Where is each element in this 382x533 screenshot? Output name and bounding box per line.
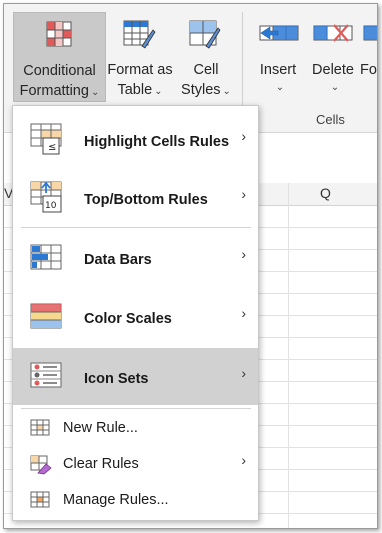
cf-label-line1: Conditional — [23, 63, 96, 79]
menu-separator — [21, 227, 251, 228]
menu-item-icon-sets[interactable]: Icon Sets › — [13, 348, 258, 405]
grid-line — [288, 183, 289, 528]
chevron-down-icon: ⌄ — [90, 87, 100, 98]
chevron-down-icon: ⌄ — [330, 82, 340, 93]
delete-label: Delete — [312, 62, 354, 78]
chevron-right-icon: › — [241, 452, 246, 468]
cell-styles-icon — [189, 20, 221, 49]
clear-rules-icon — [30, 455, 52, 475]
fat-label-line2: Table ⌄ — [104, 80, 176, 102]
manage-rules-icon — [30, 491, 50, 508]
menu-item-label: Icon Sets — [84, 371, 149, 387]
menu-item-label: Manage Rules... — [63, 492, 169, 508]
cf-label-text: Formatting — [19, 83, 89, 99]
menu-item-top-bottom-rules[interactable]: 10 Top/Bottom Rules › — [13, 168, 258, 225]
format-as-table-button[interactable]: Format as Table ⌄ — [104, 12, 176, 100]
fat-label-line1: Format as — [107, 62, 173, 78]
menu-item-label: Clear Rules — [63, 456, 139, 472]
format-as-table-icon — [123, 20, 156, 49]
new-rule-icon — [30, 419, 50, 436]
menu-separator — [21, 408, 251, 409]
menu-item-manage-rules[interactable]: Manage Rules... — [13, 483, 258, 517]
fat-label-text: Table — [117, 82, 153, 98]
chevron-right-icon: › — [241, 186, 246, 202]
conditional-formatting-menu: ≤ Highlight Cells Rules › 10 Top/Bottom … — [12, 105, 259, 521]
menu-item-color-scales[interactable]: Color Scales › — [13, 289, 258, 346]
chevron-right-icon: › — [241, 305, 246, 321]
menu-item-label: Top/Bottom Rules — [84, 192, 208, 208]
format-cells-icon — [363, 25, 377, 41]
cs-label-line1: Cell — [193, 62, 219, 78]
excel-window: Conditional Formatting ⌄ Format as Table ⌄ — [3, 3, 378, 529]
highlight-cells-icon: ≤ — [30, 123, 62, 155]
top-bottom-icon: 10 — [30, 181, 62, 213]
delete-button[interactable]: Delete ⌄ — [306, 12, 360, 100]
insert-label: Insert — [259, 62, 297, 78]
column-header-q[interactable]: Q — [320, 185, 331, 201]
chevron-right-icon: › — [241, 246, 246, 262]
menu-item-label: Color Scales — [84, 311, 172, 327]
svg-text:≤: ≤ — [48, 142, 56, 153]
color-scales-icon — [30, 303, 62, 329]
menu-item-data-bars[interactable]: Data Bars › — [13, 230, 258, 287]
cells-group-label: Cells — [316, 112, 345, 127]
cell-styles-button[interactable]: Cell Styles ⌄ — [176, 12, 236, 100]
menu-item-label: New Rule... — [63, 420, 138, 436]
format-label: Fo — [360, 62, 377, 78]
menu-item-highlight-cells-rules[interactable]: ≤ Highlight Cells Rules › — [13, 110, 258, 167]
grid-line — [377, 183, 378, 528]
insert-button[interactable]: Insert ⌄ — [250, 12, 306, 100]
delete-cells-icon — [313, 24, 353, 42]
chevron-right-icon: › — [241, 365, 246, 381]
insert-cells-icon — [259, 25, 299, 41]
data-bars-icon — [30, 244, 62, 270]
menu-item-label: Highlight Cells Rules — [84, 134, 230, 150]
cf-label-line2: Formatting ⌄ — [14, 81, 105, 103]
menu-item-label: Data Bars — [84, 252, 152, 268]
conditional-formatting-button[interactable]: Conditional Formatting ⌄ — [13, 12, 106, 102]
format-button[interactable]: Fo — [360, 12, 377, 100]
icon-sets-icon — [30, 362, 62, 388]
cs-label-text: Styles — [181, 82, 221, 98]
chevron-down-icon: ⌄ — [222, 86, 231, 97]
menu-item-new-rule[interactable]: New Rule... — [13, 411, 258, 445]
conditional-formatting-icon — [46, 21, 72, 47]
chevron-down-icon: ⌄ — [154, 86, 163, 97]
chevron-down-icon: ⌄ — [275, 82, 285, 93]
svg-text:10: 10 — [45, 201, 57, 211]
menu-item-clear-rules[interactable]: Clear Rules › — [13, 447, 258, 481]
cs-label-line2: Styles ⌄ — [176, 80, 236, 102]
chevron-right-icon: › — [241, 128, 246, 144]
